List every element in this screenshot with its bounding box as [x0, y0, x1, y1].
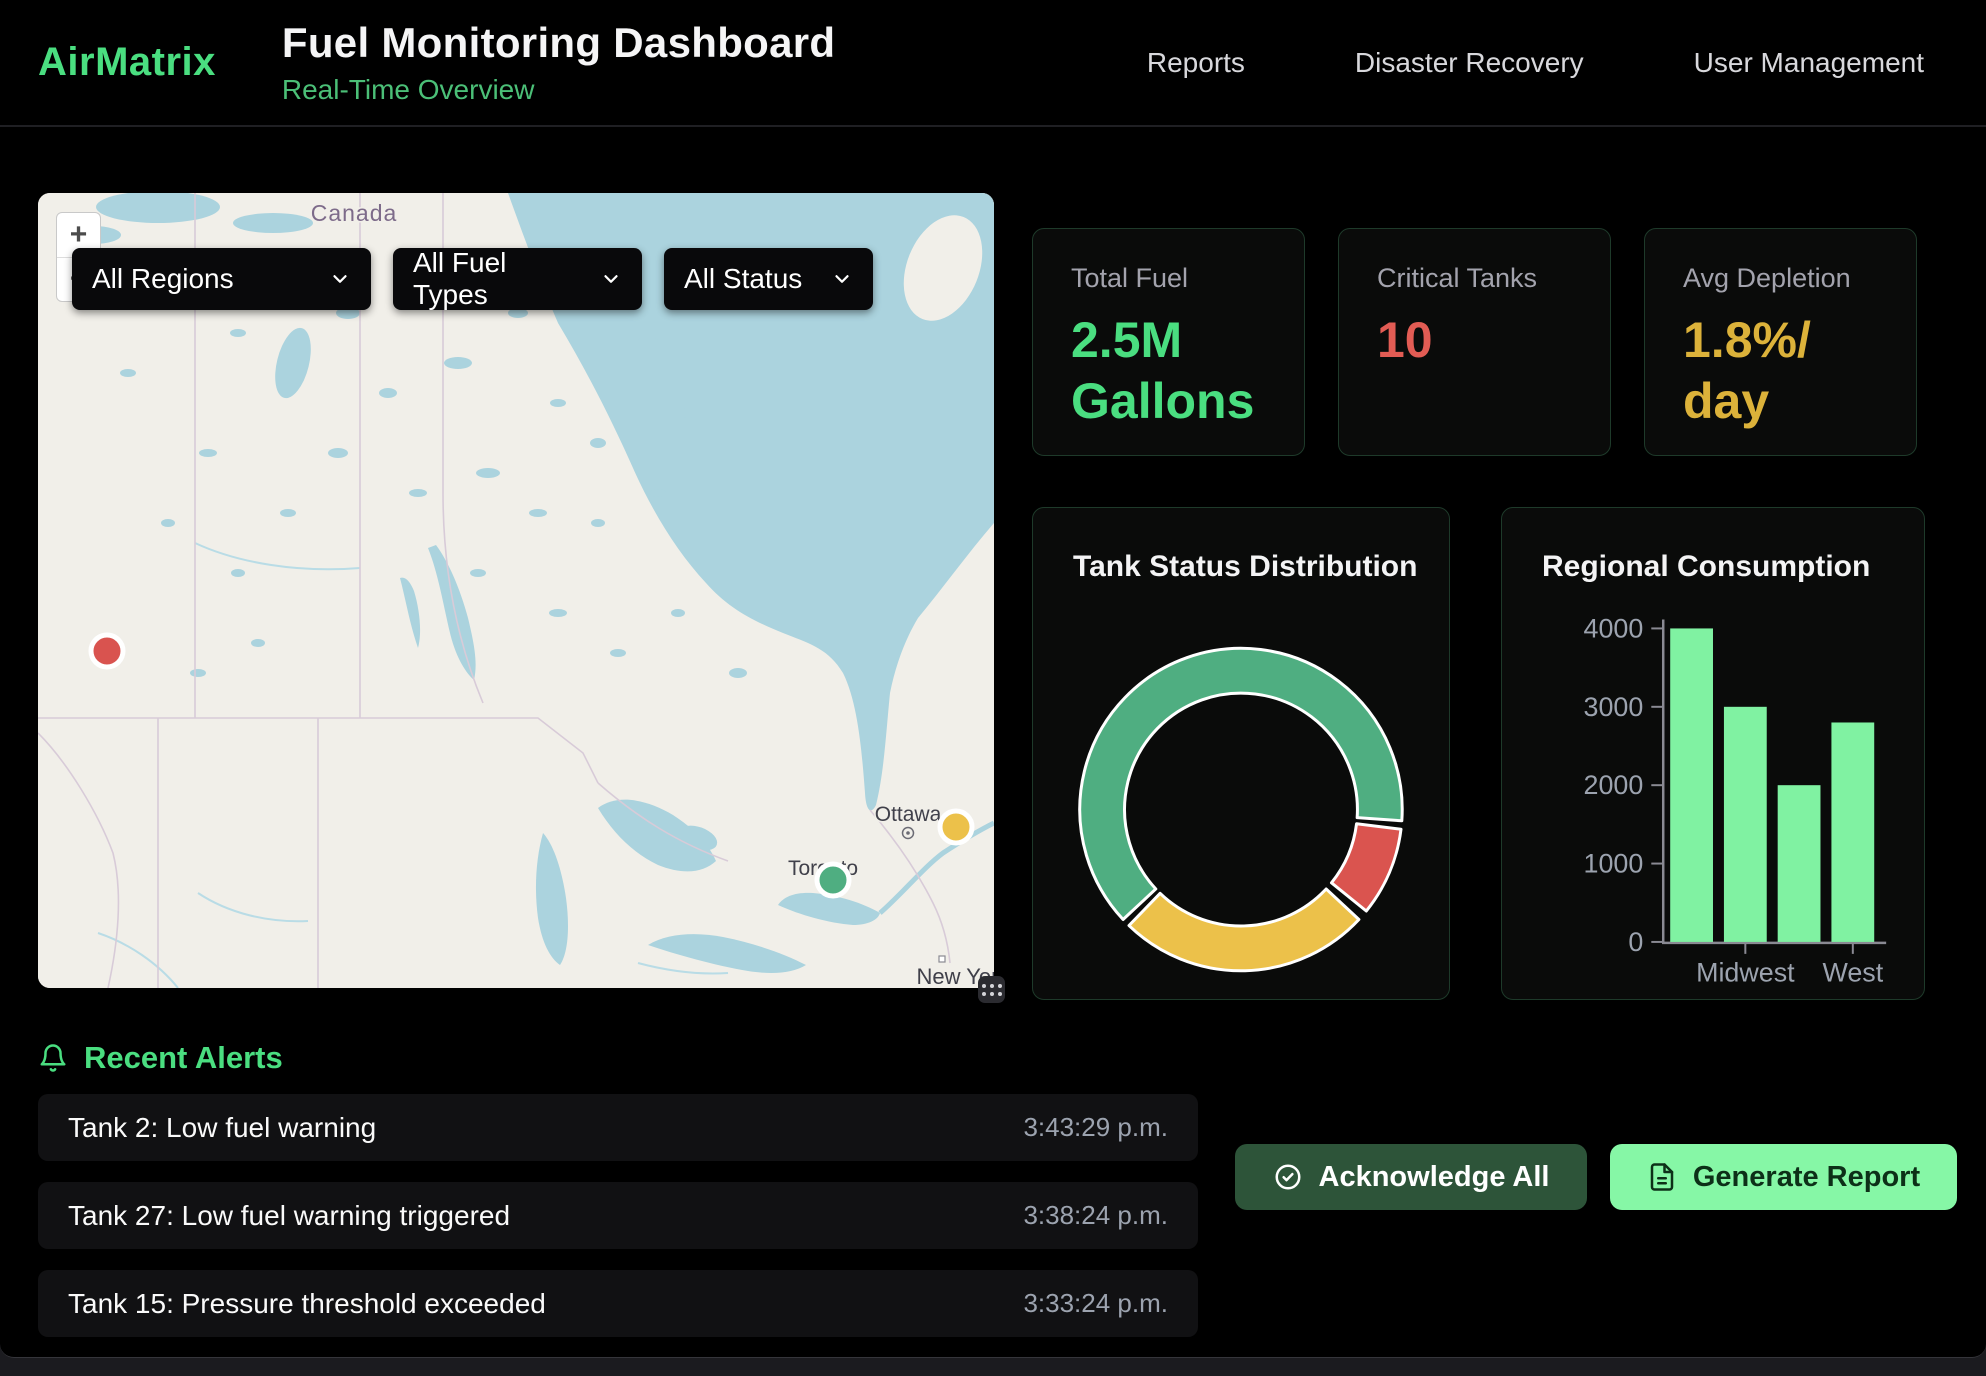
kpi-row: Total Fuel 2.5M Gallons Critical Tanks 1…	[1032, 228, 1925, 456]
bell-icon	[38, 1043, 68, 1073]
x-tick-label: West	[1822, 958, 1883, 988]
bar	[1831, 722, 1874, 941]
acknowledge-all-button[interactable]: Acknowledge All	[1235, 1144, 1587, 1210]
region-filter-value: All Regions	[92, 263, 234, 295]
page-subtitle: Real-Time Overview	[282, 74, 835, 106]
status-filter-value: All Status	[684, 263, 802, 295]
alert-row[interactable]: Tank 2: Low fuel warning 3:43:29 p.m.	[38, 1094, 1198, 1161]
chevron-down-icon	[600, 268, 622, 290]
app-surface: AirMatrix Fuel Monitoring Dashboard Real…	[0, 0, 1986, 1358]
brand-logo: AirMatrix	[38, 40, 216, 85]
kpi-critical-tanks: Critical Tanks 10	[1338, 228, 1611, 456]
stats-column: Total Fuel 2.5M Gallons Critical Tanks 1…	[1032, 228, 1925, 1000]
main-nav: Reports Disaster Recovery User Managemen…	[1147, 47, 1924, 79]
kpi-value: 1.8%/ day	[1683, 310, 1878, 432]
x-tick-label: Midwest	[1696, 958, 1795, 988]
bar	[1724, 707, 1767, 942]
page-title: Fuel Monitoring Dashboard	[282, 19, 835, 67]
tank-status-chart-card: Tank Status Distribution	[1032, 507, 1450, 1000]
map-filters: All Regions All Fuel Types All Status	[72, 248, 873, 310]
kpi-label: Total Fuel	[1071, 263, 1266, 294]
donut-segment	[1129, 889, 1359, 971]
y-tick-label: 3000	[1584, 692, 1644, 722]
y-tick-label: 0	[1628, 927, 1643, 957]
nav-reports[interactable]: Reports	[1147, 47, 1245, 79]
check-circle-icon	[1273, 1162, 1303, 1192]
title-block: Fuel Monitoring Dashboard Real-Time Over…	[282, 19, 835, 106]
nav-user-management[interactable]: User Management	[1694, 47, 1924, 79]
status-filter-dropdown[interactable]: All Status	[664, 248, 873, 310]
acknowledge-all-label: Acknowledge All	[1319, 1161, 1550, 1194]
y-tick-label: 1000	[1584, 849, 1644, 879]
alert-timestamp: 3:43:29 p.m.	[1023, 1112, 1168, 1143]
generate-report-label: Generate Report	[1693, 1161, 1920, 1194]
kpi-total-fuel: Total Fuel 2.5M Gallons	[1032, 228, 1305, 456]
alert-message: Tank 2: Low fuel warning	[68, 1112, 376, 1144]
fuel-map[interactable]: Canada Ottawa Toronto New York + − A	[38, 193, 994, 988]
charts-row: Tank Status Distribution Regional Consum…	[1032, 507, 1925, 1000]
fuel-type-filter-dropdown[interactable]: All Fuel Types	[393, 248, 642, 310]
bar	[1778, 785, 1821, 942]
kpi-label: Avg Depletion	[1683, 263, 1878, 294]
alerts-title: Recent Alerts	[84, 1040, 283, 1076]
alert-timestamp: 3:33:24 p.m.	[1023, 1288, 1168, 1319]
donut-segment	[1331, 824, 1401, 911]
alert-row[interactable]: Tank 27: Low fuel warning triggered 3:38…	[38, 1182, 1198, 1249]
fuel-type-filter-value: All Fuel Types	[413, 247, 584, 311]
chevron-down-icon	[831, 268, 853, 290]
y-tick-label: 4000	[1584, 613, 1644, 643]
nav-disaster-recovery[interactable]: Disaster Recovery	[1355, 47, 1584, 79]
main-content: Canada Ottawa Toronto New York + − A	[0, 127, 1986, 1000]
alert-message: Tank 27: Low fuel warning triggered	[68, 1200, 510, 1232]
region-filter-dropdown[interactable]: All Regions	[72, 248, 371, 310]
alerts-header: Recent Alerts	[38, 1040, 1925, 1076]
kpi-value: 2.5M Gallons	[1071, 310, 1266, 432]
alert-list: Tank 2: Low fuel warning 3:43:29 p.m. Ta…	[38, 1094, 1198, 1337]
generate-report-button[interactable]: Generate Report	[1610, 1144, 1957, 1210]
tank-marker-critical[interactable]	[91, 635, 123, 667]
chart-title: Tank Status Distribution	[1073, 550, 1417, 584]
y-tick-label: 2000	[1584, 770, 1644, 800]
resize-grip-icon[interactable]	[978, 976, 1005, 1003]
kpi-value: 10	[1377, 310, 1572, 371]
alert-message: Tank 15: Pressure threshold exceeded	[68, 1288, 546, 1320]
map-canvas: Canada Ottawa Toronto New York	[38, 193, 994, 988]
alert-row[interactable]: Tank 15: Pressure threshold exceeded 3:3…	[38, 1270, 1198, 1337]
report-document-icon	[1647, 1162, 1677, 1192]
regional-consumption-chart-card: Regional Consumption 0 1000 2000 3000 4000 Mi…	[1501, 507, 1925, 1000]
alert-actions: Acknowledge All Generate Report	[1235, 1144, 1957, 1210]
kpi-avg-depletion: Avg Depletion 1.8%/ day	[1644, 228, 1917, 456]
kpi-label: Critical Tanks	[1377, 263, 1572, 294]
tank-marker-normal[interactable]	[817, 864, 849, 896]
chart-title: Regional Consumption	[1542, 550, 1870, 584]
bar	[1670, 628, 1713, 942]
map-label-ottawa: Ottawa	[875, 803, 942, 826]
chevron-down-icon	[329, 268, 351, 290]
alert-timestamp: 3:38:24 p.m.	[1023, 1200, 1168, 1231]
header: AirMatrix Fuel Monitoring Dashboard Real…	[0, 0, 1986, 127]
map-label-canada: Canada	[311, 200, 398, 226]
tank-marker-warning[interactable]	[940, 811, 972, 843]
